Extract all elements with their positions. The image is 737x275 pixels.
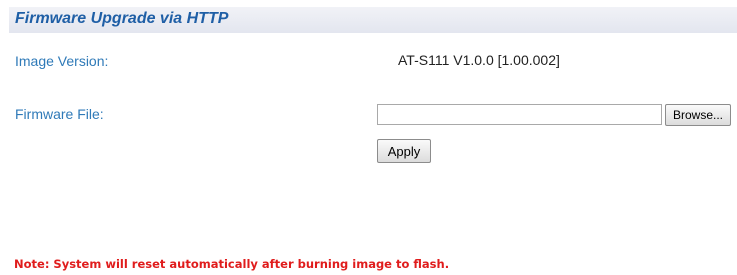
firmware-file-label: Firmware File:	[15, 106, 104, 122]
section-header: Firmware Upgrade via HTTP	[9, 7, 737, 33]
image-version-label: Image Version:	[15, 53, 109, 69]
firmware-file-input[interactable]	[377, 104, 662, 125]
apply-button[interactable]: Apply	[377, 139, 431, 163]
page-title: Firmware Upgrade via HTTP	[15, 10, 229, 27]
image-version-value: AT-S111 V1.0.0 [1.00.002]	[398, 52, 560, 68]
reset-warning-note: Note: System will reset automatically af…	[14, 257, 450, 271]
browse-button[interactable]: Browse...	[665, 104, 731, 126]
